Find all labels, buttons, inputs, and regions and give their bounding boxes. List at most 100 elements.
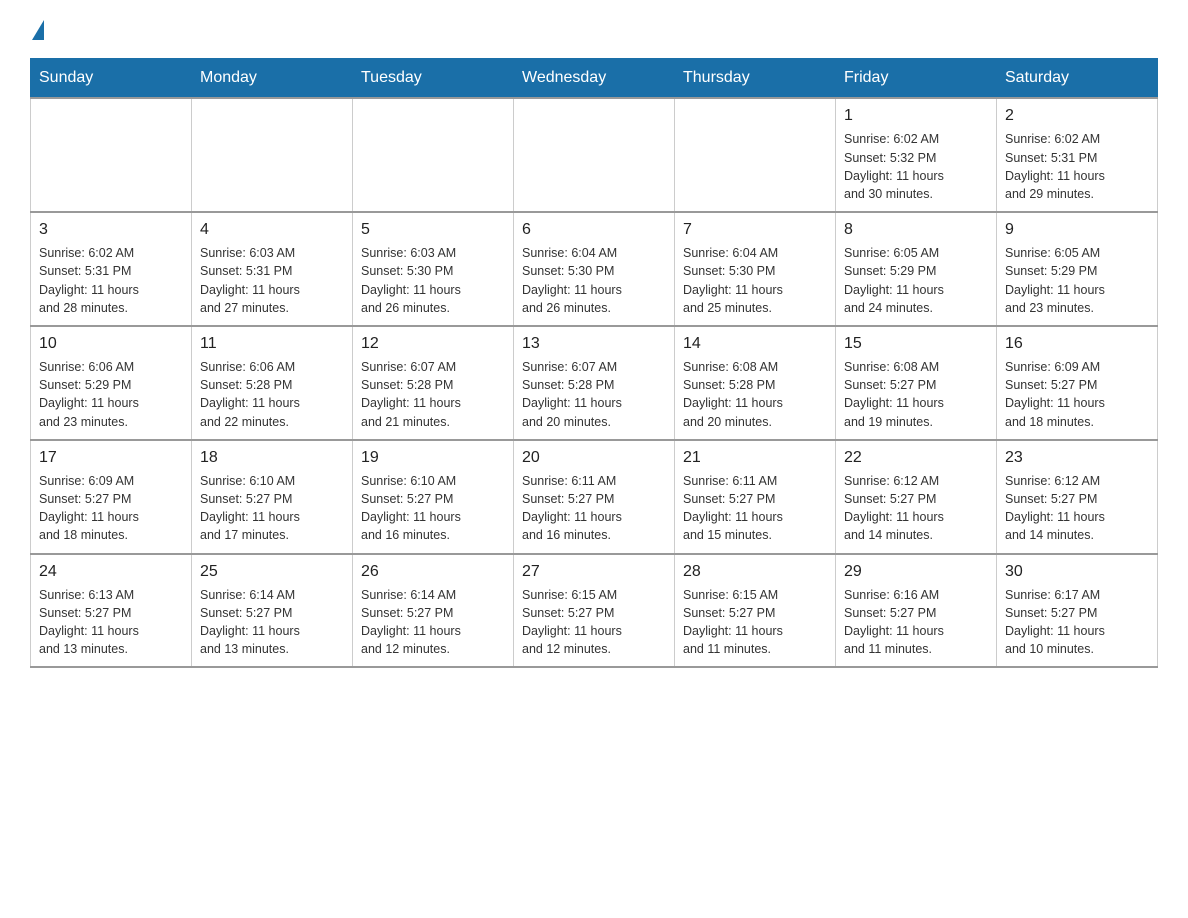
weekday-header-sunday: Sunday [31, 59, 192, 99]
calendar-cell: 27 Sunrise: 6:15 AMSunset: 5:27 PMDayligh… [514, 554, 675, 668]
day-number: 14 [683, 333, 827, 355]
calendar-cell [514, 98, 675, 212]
day-info: Sunrise: 6:15 AMSunset: 5:27 PMDaylight:… [683, 586, 827, 659]
weekday-header-tuesday: Tuesday [353, 59, 514, 99]
weekday-header-friday: Friday [836, 59, 997, 99]
day-info: Sunrise: 6:06 AMSunset: 5:29 PMDaylight:… [39, 358, 183, 431]
calendar-cell: 16 Sunrise: 6:09 AMSunset: 5:27 PMDayligh… [997, 326, 1158, 440]
day-info: Sunrise: 6:03 AMSunset: 5:30 PMDaylight:… [361, 244, 505, 317]
day-info: Sunrise: 6:15 AMSunset: 5:27 PMDaylight:… [522, 586, 666, 659]
day-number: 12 [361, 333, 505, 355]
calendar-cell [31, 98, 192, 212]
calendar-cell: 19 Sunrise: 6:10 AMSunset: 5:27 PMDayligh… [353, 440, 514, 554]
day-info: Sunrise: 6:03 AMSunset: 5:31 PMDaylight:… [200, 244, 344, 317]
calendar-cell: 11 Sunrise: 6:06 AMSunset: 5:28 PMDayligh… [192, 326, 353, 440]
weekday-header-monday: Monday [192, 59, 353, 99]
weekday-header-wednesday: Wednesday [514, 59, 675, 99]
day-info: Sunrise: 6:09 AMSunset: 5:27 PMDaylight:… [1005, 358, 1149, 431]
page-header [30, 20, 1158, 38]
weekday-header-thursday: Thursday [675, 59, 836, 99]
calendar-cell: 14Sunrise: 6:08 AMSunset: 5:28 PMDayligh… [675, 326, 836, 440]
day-info: Sunrise: 6:12 AMSunset: 5:27 PMDaylight:… [1005, 472, 1149, 545]
calendar-cell: 9 Sunrise: 6:05 AMSunset: 5:29 PMDaylight… [997, 212, 1158, 326]
calendar-cell: 23 Sunrise: 6:12 AMSunset: 5:27 PMDayligh… [997, 440, 1158, 554]
calendar-cell: 29Sunrise: 6:16 AMSunset: 5:27 PMDayligh… [836, 554, 997, 668]
calendar-cell: 12 Sunrise: 6:07 AMSunset: 5:28 PMDayligh… [353, 326, 514, 440]
logo-triangle-icon [32, 20, 44, 40]
calendar-cell [192, 98, 353, 212]
calendar-cell: 2 Sunrise: 6:02 AMSunset: 5:31 PMDaylight… [997, 98, 1158, 212]
day-info: Sunrise: 6:05 AMSunset: 5:29 PMDaylight:… [1005, 244, 1149, 317]
day-number: 28 [683, 561, 827, 583]
calendar-cell [675, 98, 836, 212]
day-number: 21 [683, 447, 827, 469]
day-number: 16 [1005, 333, 1149, 355]
calendar-cell: 10 Sunrise: 6:06 AMSunset: 5:29 PMDayligh… [31, 326, 192, 440]
day-number: 4 [200, 219, 344, 241]
day-number: 20 [522, 447, 666, 469]
day-number: 15 [844, 333, 988, 355]
day-number: 8 [844, 219, 988, 241]
calendar-cell: 22Sunrise: 6:12 AMSunset: 5:27 PMDayligh… [836, 440, 997, 554]
calendar-cell: 24 Sunrise: 6:13 AMSunset: 5:27 PMDayligh… [31, 554, 192, 668]
day-number: 25 [200, 561, 344, 583]
day-number: 2 [1005, 105, 1149, 127]
day-number: 10 [39, 333, 183, 355]
day-info: Sunrise: 6:06 AMSunset: 5:28 PMDaylight:… [200, 358, 344, 431]
calendar-cell: 21 Sunrise: 6:11 AMSunset: 5:27 PMDayligh… [675, 440, 836, 554]
calendar-cell: 25Sunrise: 6:14 AMSunset: 5:27 PMDayligh… [192, 554, 353, 668]
day-info: Sunrise: 6:09 AMSunset: 5:27 PMDaylight:… [39, 472, 183, 545]
calendar-cell: 8 Sunrise: 6:05 AMSunset: 5:29 PMDaylight… [836, 212, 997, 326]
day-number: 5 [361, 219, 505, 241]
calendar-cell: 6 Sunrise: 6:04 AMSunset: 5:30 PMDaylight… [514, 212, 675, 326]
weekday-header-row: SundayMondayTuesdayWednesdayThursdayFrid… [31, 59, 1158, 99]
calendar-cell: 3 Sunrise: 6:02 AMSunset: 5:31 PMDaylight… [31, 212, 192, 326]
day-number: 23 [1005, 447, 1149, 469]
day-info: Sunrise: 6:02 AMSunset: 5:31 PMDaylight:… [1005, 130, 1149, 203]
day-info: Sunrise: 6:16 AMSunset: 5:27 PMDaylight:… [844, 586, 988, 659]
day-info: Sunrise: 6:14 AMSunset: 5:27 PMDaylight:… [361, 586, 505, 659]
day-info: Sunrise: 6:10 AMSunset: 5:27 PMDaylight:… [200, 472, 344, 545]
day-info: Sunrise: 6:10 AMSunset: 5:27 PMDaylight:… [361, 472, 505, 545]
calendar-cell: 1 Sunrise: 6:02 AMSunset: 5:32 PMDaylight… [836, 98, 997, 212]
day-info: Sunrise: 6:13 AMSunset: 5:27 PMDaylight:… [39, 586, 183, 659]
day-number: 22 [844, 447, 988, 469]
day-info: Sunrise: 6:11 AMSunset: 5:27 PMDaylight:… [683, 472, 827, 545]
day-number: 26 [361, 561, 505, 583]
week-row-3: 10 Sunrise: 6:06 AMSunset: 5:29 PMDayligh… [31, 326, 1158, 440]
day-number: 18 [200, 447, 344, 469]
day-number: 17 [39, 447, 183, 469]
day-number: 3 [39, 219, 183, 241]
day-info: Sunrise: 6:04 AMSunset: 5:30 PMDaylight:… [522, 244, 666, 317]
day-number: 6 [522, 219, 666, 241]
day-info: Sunrise: 6:05 AMSunset: 5:29 PMDaylight:… [844, 244, 988, 317]
calendar-cell: 13Sunrise: 6:07 AMSunset: 5:28 PMDayligh… [514, 326, 675, 440]
logo [30, 20, 44, 38]
day-info: Sunrise: 6:08 AMSunset: 5:27 PMDaylight:… [844, 358, 988, 431]
day-info: Sunrise: 6:02 AMSunset: 5:31 PMDaylight:… [39, 244, 183, 317]
day-number: 1 [844, 105, 988, 127]
day-info: Sunrise: 6:04 AMSunset: 5:30 PMDaylight:… [683, 244, 827, 317]
calendar-cell: 4 Sunrise: 6:03 AMSunset: 5:31 PMDaylight… [192, 212, 353, 326]
week-row-4: 17 Sunrise: 6:09 AMSunset: 5:27 PMDayligh… [31, 440, 1158, 554]
week-row-2: 3 Sunrise: 6:02 AMSunset: 5:31 PMDaylight… [31, 212, 1158, 326]
day-number: 27 [522, 561, 666, 583]
day-number: 11 [200, 333, 344, 355]
day-info: Sunrise: 6:07 AMSunset: 5:28 PMDaylight:… [361, 358, 505, 431]
calendar-cell: 30 Sunrise: 6:17 AMSunset: 5:27 PMDayligh… [997, 554, 1158, 668]
calendar-cell: 26 Sunrise: 6:14 AMSunset: 5:27 PMDayligh… [353, 554, 514, 668]
day-number: 30 [1005, 561, 1149, 583]
day-info: Sunrise: 6:11 AMSunset: 5:27 PMDaylight:… [522, 472, 666, 545]
day-info: Sunrise: 6:17 AMSunset: 5:27 PMDaylight:… [1005, 586, 1149, 659]
calendar-cell: 18 Sunrise: 6:10 AMSunset: 5:27 PMDayligh… [192, 440, 353, 554]
calendar-cell [353, 98, 514, 212]
day-number: 9 [1005, 219, 1149, 241]
calendar-cell: 17 Sunrise: 6:09 AMSunset: 5:27 PMDayligh… [31, 440, 192, 554]
weekday-header-saturday: Saturday [997, 59, 1158, 99]
day-info: Sunrise: 6:07 AMSunset: 5:28 PMDaylight:… [522, 358, 666, 431]
day-info: Sunrise: 6:02 AMSunset: 5:32 PMDaylight:… [844, 130, 988, 203]
week-row-5: 24 Sunrise: 6:13 AMSunset: 5:27 PMDayligh… [31, 554, 1158, 668]
calendar-cell: 15 Sunrise: 6:08 AMSunset: 5:27 PMDayligh… [836, 326, 997, 440]
day-number: 24 [39, 561, 183, 583]
day-number: 19 [361, 447, 505, 469]
